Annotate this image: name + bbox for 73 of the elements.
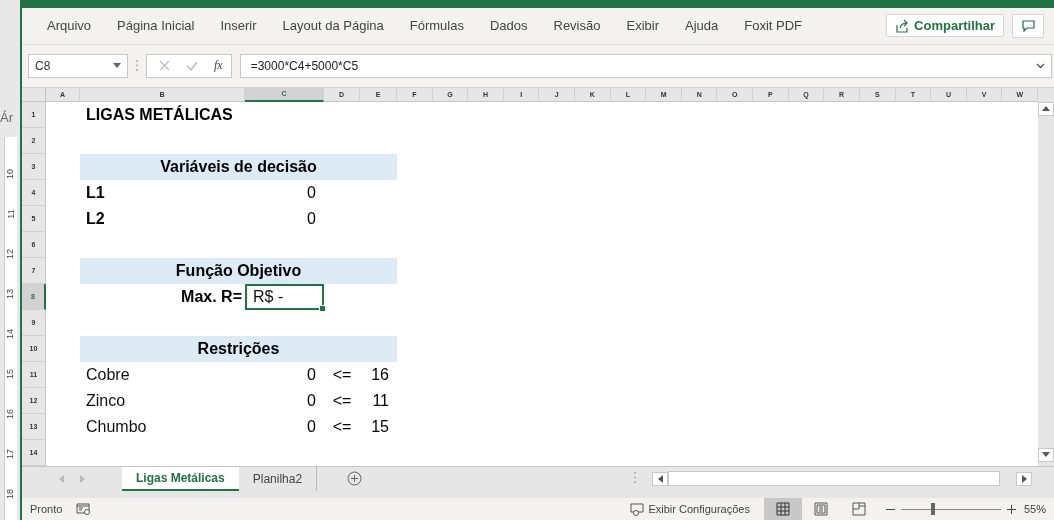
page-break-icon	[851, 502, 866, 516]
slider-thumb[interactable]	[930, 503, 935, 515]
add-sheet-icon[interactable]	[347, 471, 363, 487]
table-cell-text: LIGAS METÁLICAS	[85, 104, 234, 125]
scroll-thumb[interactable]	[668, 471, 1000, 487]
menu-tab[interactable]: Inserir	[207, 18, 270, 34]
chevron-icon[interactable]	[1036, 62, 1045, 69]
ruler-label: 18	[4, 489, 17, 499]
grid-icon	[775, 502, 790, 516]
table-cell-text: Cobre	[85, 364, 131, 385]
table-cell-text: Zinco	[85, 390, 127, 411]
ruler-label: 15	[4, 369, 17, 379]
menu-tab[interactable]: Revisão	[540, 18, 614, 34]
share-icon	[895, 18, 910, 33]
table-cell: R$ -	[245, 283, 324, 310]
view-button[interactable]	[763, 498, 802, 520]
comment-icon	[1021, 19, 1035, 32]
section-header: Restrições	[80, 335, 397, 362]
table-cell-text: 16	[370, 364, 390, 385]
menu-tab[interactable]: Foxit PDF	[731, 18, 816, 34]
table-cell-text: <=	[331, 390, 353, 411]
table-cell-text: 0	[306, 390, 317, 411]
menu-tab[interactable]: Página Inicial	[104, 18, 208, 34]
scroll-down-icon[interactable]	[1042, 452, 1050, 458]
formula-field[interactable]: =3000*C4+5000*C5	[239, 53, 1052, 78]
display-settings-button[interactable]: Exibir Configurações	[630, 502, 750, 516]
table-cell-text: Chumbo	[85, 416, 148, 437]
ruler-label: 10	[4, 169, 17, 179]
ruler-label: 11	[4, 209, 17, 219]
zoom-in-icon[interactable]	[1006, 504, 1016, 514]
ruler-label: 16	[4, 409, 17, 419]
table-cell-text: 11	[371, 390, 390, 411]
sheet-tab[interactable]: Planilha2	[238, 466, 318, 491]
menu-tab[interactable]: Layout da Página	[269, 18, 397, 34]
table-cell-text: 0	[306, 364, 317, 385]
insert-function-button[interactable]: fx	[214, 58, 223, 74]
section-header: Variáveis de decisão	[80, 153, 397, 180]
menu-tab[interactable]: Fórmulas	[396, 18, 477, 34]
ruler-label: 17	[4, 449, 17, 459]
table-cell-text: 15	[370, 416, 390, 437]
sheet-tab[interactable]: Ligas Metálicas	[122, 466, 239, 491]
scroll-left-icon[interactable]	[657, 474, 663, 483]
table-cell-text: 0	[306, 182, 317, 203]
ruler-label: 14	[4, 329, 17, 339]
comments-button[interactable]	[1012, 13, 1044, 38]
vertical-scrollbar[interactable]	[1038, 87, 1054, 466]
table-cell-text: Max. R=	[180, 286, 243, 307]
menu-tab[interactable]: Dados	[476, 18, 541, 34]
scroll-right-icon[interactable]	[1021, 474, 1027, 483]
zoom-level[interactable]: 55%	[1023, 503, 1046, 515]
scroll-up-icon[interactable]	[1042, 106, 1050, 112]
table-cell-text: <=	[331, 416, 353, 437]
background-label: Ár	[0, 110, 13, 125]
table-cell-text: L1	[85, 182, 106, 203]
ruler-label: 12	[4, 249, 17, 259]
menu-tab[interactable]: Ajuda	[672, 18, 732, 34]
menu-tab[interactable]: Exibir	[613, 18, 672, 34]
menu-tab[interactable]: Arquivo	[34, 18, 105, 34]
fill-handle[interactable]	[319, 304, 326, 312]
ruler-label: 13	[4, 289, 17, 299]
macro-icon[interactable]	[76, 502, 92, 516]
name-box[interactable]: C8	[28, 53, 128, 78]
page-icon	[813, 502, 828, 516]
section-header: Função Objetivo	[80, 257, 397, 284]
table-cell-text: <=	[331, 364, 353, 385]
table-cell-text: L2	[85, 208, 106, 229]
table-cell-text: 0	[306, 208, 317, 229]
status-text: Pronto	[30, 503, 63, 515]
dropdown-icon	[113, 63, 121, 69]
share-button[interactable]: Compartilhar	[886, 14, 1004, 38]
monitor-gear-icon	[630, 502, 646, 516]
check-icon[interactable]	[186, 60, 198, 71]
table-cell-text: 0	[306, 416, 317, 437]
